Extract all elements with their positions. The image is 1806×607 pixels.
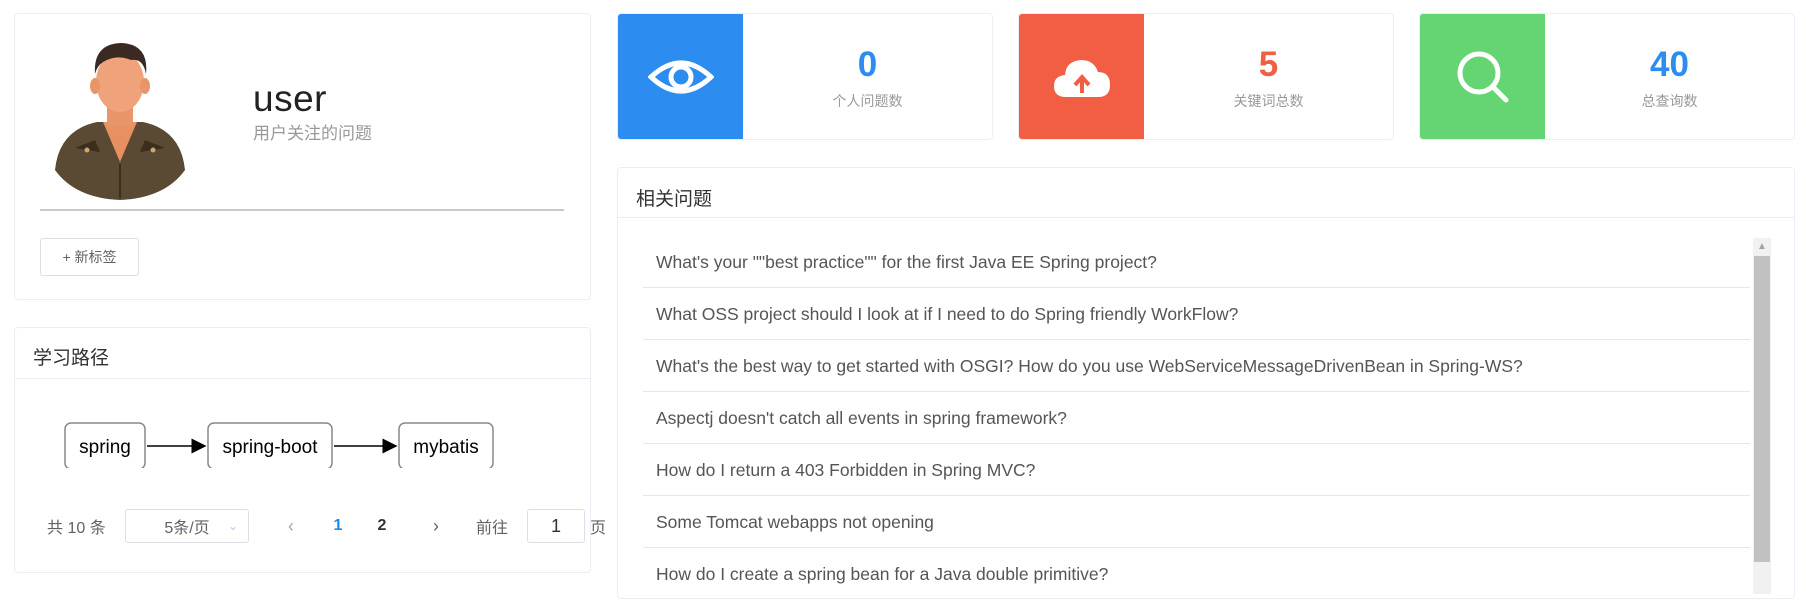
- page-size-select[interactable]: 5条/页 ⌄: [125, 509, 249, 543]
- goto-suffix: 页: [590, 520, 607, 537]
- stat-icon-bg: [1420, 14, 1545, 139]
- learning-path-graph: spring spring-boot mybatis: [64, 422, 494, 468]
- page-number-1[interactable]: 1: [328, 509, 348, 543]
- path-node-spring-boot[interactable]: spring-boot: [222, 437, 318, 458]
- question-item[interactable]: What's the best way to get started with …: [643, 340, 1750, 392]
- path-node-spring[interactable]: spring: [79, 437, 131, 458]
- avatar: [55, 43, 185, 200]
- question-list: What's your ""best practice"" for the fi…: [643, 236, 1750, 600]
- stat-icon-bg: [618, 14, 743, 139]
- scrollbar[interactable]: ▲: [1753, 238, 1771, 594]
- stat-card-queries: 40 总查询数: [1419, 13, 1795, 140]
- stat-value: 0: [857, 45, 878, 84]
- stat-value: 40: [1650, 45, 1689, 84]
- chevron-right-icon[interactable]: ›: [426, 509, 446, 543]
- related-questions-title: 相关问题: [636, 189, 713, 210]
- goto-page-input[interactable]: 1: [527, 509, 585, 543]
- scroll-up-icon[interactable]: ▲: [1753, 238, 1771, 256]
- question-item[interactable]: Aspectj doesn't catch all events in spri…: [643, 392, 1750, 444]
- stat-value: 5: [1258, 45, 1279, 84]
- username: user: [253, 78, 327, 119]
- stat-label: 个人问题数: [832, 93, 903, 109]
- stat-card-keywords: 5 关键词总数: [1018, 13, 1394, 140]
- stat-card-personal-questions: 0 个人问题数: [617, 13, 993, 140]
- chevron-left-icon[interactable]: ‹: [281, 509, 301, 543]
- scrollbar-thumb[interactable]: [1754, 256, 1770, 562]
- pagination-total: 共 10 条: [47, 520, 106, 537]
- profile-subtitle: 用户关注的问题: [253, 124, 372, 143]
- card-header-divider: [618, 217, 1794, 218]
- page-number-2[interactable]: 2: [372, 509, 392, 543]
- related-questions-card: 相关问题 What's your ""best practice"" for t…: [617, 167, 1795, 599]
- path-node-mybatis[interactable]: mybatis: [413, 437, 478, 458]
- question-item[interactable]: What OSS project should I look at if I n…: [643, 288, 1750, 340]
- question-item[interactable]: Some Tomcat webapps not opening: [643, 496, 1750, 548]
- page-size-value: 5条/页: [164, 520, 210, 537]
- question-item[interactable]: How do I create a spring bean for a Java…: [643, 548, 1750, 600]
- cloud-upload-icon: [1053, 59, 1110, 97]
- question-item[interactable]: How do I return a 403 Forbidden in Sprin…: [643, 444, 1750, 496]
- profile-card: user 用户关注的问题 + 新标签: [14, 13, 591, 300]
- new-tag-button[interactable]: + 新标签: [40, 238, 139, 276]
- eye-icon: [647, 60, 714, 93]
- divider: [40, 209, 564, 211]
- stat-icon-bg: [1019, 14, 1144, 139]
- stat-label: 关键词总数: [1233, 93, 1304, 109]
- goto-label: 前往: [476, 520, 509, 537]
- question-item[interactable]: What's your ""best practice"" for the fi…: [643, 236, 1750, 288]
- stat-label: 总查询数: [1641, 93, 1698, 109]
- learning-path-card: 学习路径 spring spring-boot mybatis 共 10 条 5…: [14, 327, 606, 573]
- search-icon: [1457, 51, 1508, 102]
- chevron-down-icon: ⌄: [227, 519, 238, 533]
